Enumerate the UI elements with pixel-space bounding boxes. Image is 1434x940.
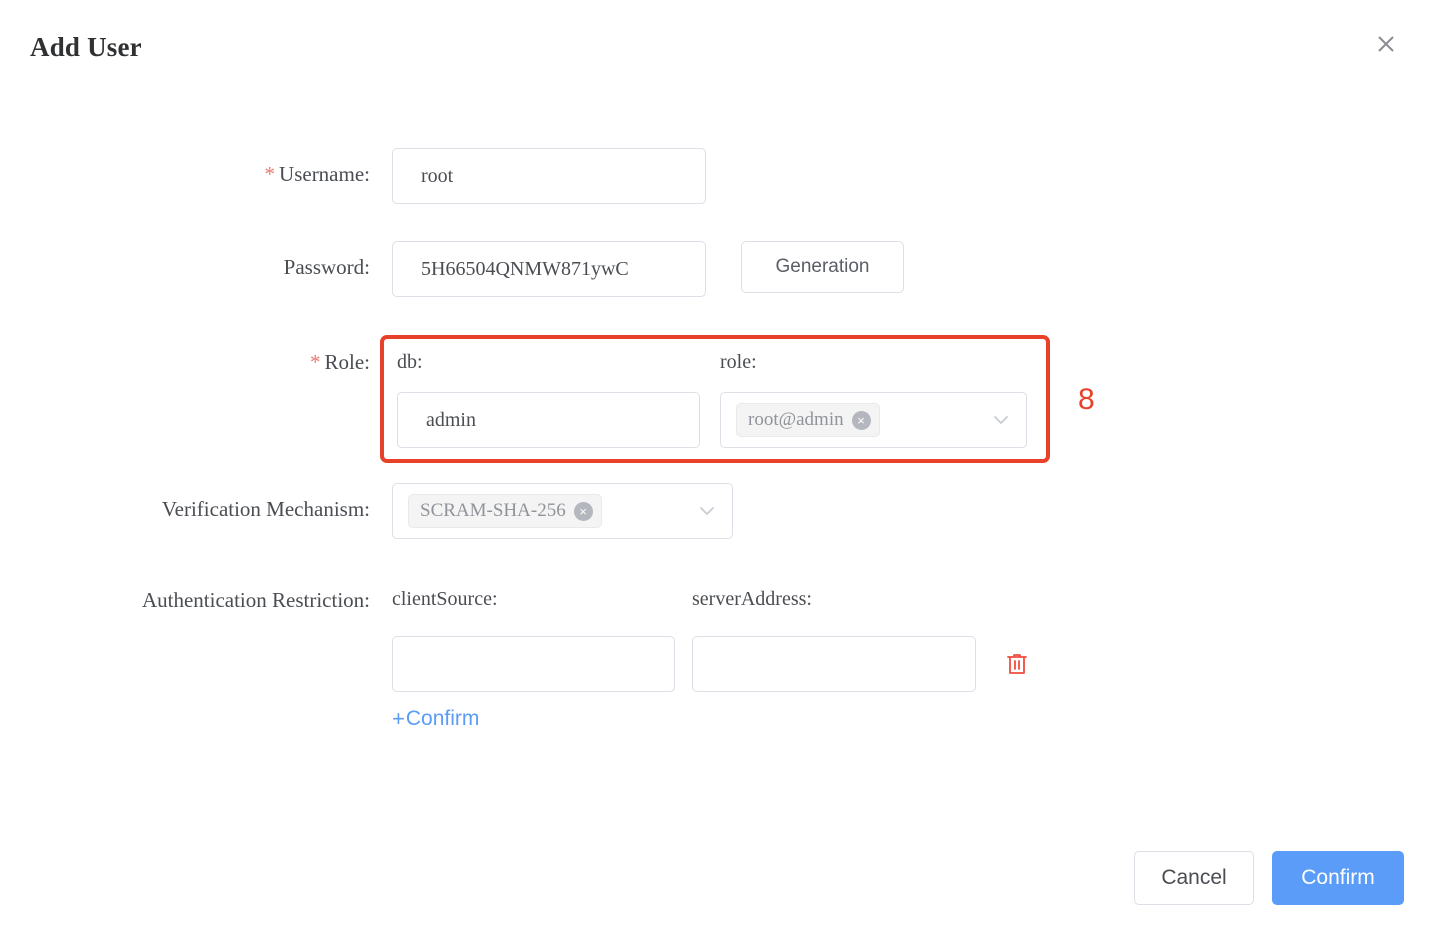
client-source-sublabel: clientSource: bbox=[392, 588, 498, 611]
delete-restriction-button[interactable] bbox=[1004, 648, 1030, 680]
add-restriction-label: Confirm bbox=[406, 707, 480, 731]
authentication-restriction-label: Authentication Restriction: bbox=[10, 588, 370, 613]
username-label: *Username: bbox=[10, 162, 370, 187]
verification-tag: SCRAM-SHA-256 × bbox=[408, 494, 602, 528]
client-source-input[interactable] bbox=[392, 636, 675, 692]
server-address-sublabel: serverAddress: bbox=[692, 588, 812, 611]
password-input[interactable] bbox=[392, 241, 706, 297]
role-label: *Role: bbox=[10, 350, 370, 375]
add-restriction-link[interactable]: +Confirm bbox=[392, 706, 479, 732]
username-input[interactable] bbox=[392, 148, 706, 204]
page-title: Add User bbox=[30, 32, 142, 63]
trash-icon bbox=[1006, 652, 1028, 676]
verification-tag-label: SCRAM-SHA-256 bbox=[420, 500, 566, 522]
role-label-text: Role: bbox=[325, 350, 371, 374]
generate-password-button[interactable]: Generation bbox=[741, 241, 904, 293]
db-sublabel: db: bbox=[397, 351, 423, 374]
dialog-footer: Cancel Confirm bbox=[1134, 851, 1404, 905]
role-tag-label: root@admin bbox=[748, 409, 844, 431]
role-tag-remove-icon[interactable]: × bbox=[852, 411, 871, 430]
username-label-text: Username: bbox=[279, 162, 370, 186]
annotation-step-number: 8 bbox=[1078, 383, 1095, 417]
close-button[interactable] bbox=[1372, 30, 1400, 58]
close-icon bbox=[1376, 34, 1396, 54]
role-sublabel: role: bbox=[720, 351, 757, 374]
password-label: Password: bbox=[10, 255, 370, 280]
required-asterisk: * bbox=[310, 350, 321, 374]
cancel-button[interactable]: Cancel bbox=[1134, 851, 1254, 905]
server-address-input[interactable] bbox=[692, 636, 976, 692]
role-select[interactable]: root@admin × bbox=[720, 392, 1027, 448]
required-asterisk: * bbox=[265, 162, 276, 186]
verification-mechanism-label: Verification Mechanism: bbox=[10, 497, 370, 522]
plus-icon: + bbox=[392, 706, 405, 732]
db-input[interactable] bbox=[397, 392, 700, 448]
confirm-button[interactable]: Confirm bbox=[1272, 851, 1404, 905]
verification-mechanism-select[interactable]: SCRAM-SHA-256 × bbox=[392, 483, 733, 539]
role-tag: root@admin × bbox=[736, 403, 880, 437]
chevron-down-icon[interactable] bbox=[698, 502, 716, 520]
role-highlight-annotation: db: role: root@admin × bbox=[380, 335, 1050, 463]
chevron-down-icon[interactable] bbox=[992, 411, 1010, 429]
verification-tag-remove-icon[interactable]: × bbox=[574, 502, 593, 521]
